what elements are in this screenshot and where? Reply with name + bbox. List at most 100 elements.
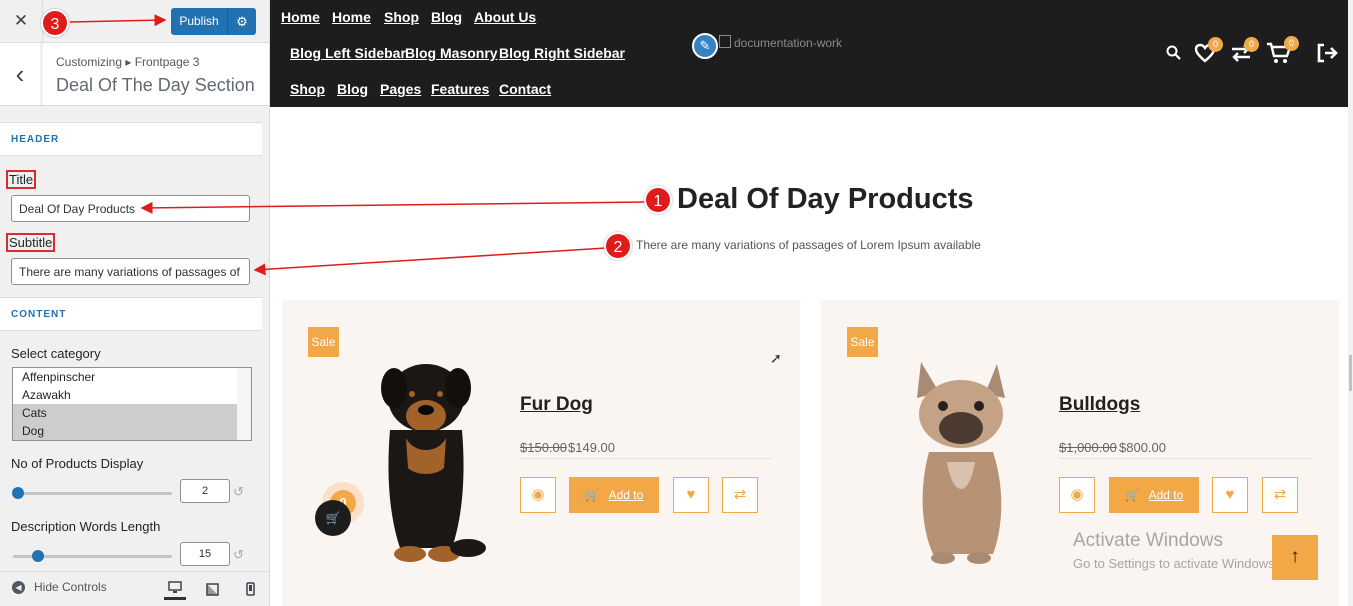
nav-link-contact[interactable]: Contact [499, 81, 551, 97]
product-new-price: $149.00 [568, 440, 615, 455]
site-preview: Home Home Shop Blog About Us Blog Left S… [270, 0, 1353, 606]
words-length-label: Description Words Length [11, 519, 161, 534]
customizer-footer: ◀ Hide Controls [0, 571, 269, 606]
words-length-slider-handle[interactable] [32, 550, 44, 562]
hide-controls-button[interactable]: ◀ Hide Controls [12, 580, 107, 594]
nav-link-blog[interactable]: Blog [337, 81, 368, 97]
add-to-cart-button[interactable]: 🛒 Add to [569, 477, 659, 513]
activate-windows-title: Activate Windows [1073, 530, 1223, 551]
compare-arrows-icon: ⇄ [733, 486, 747, 503]
nav-link-pages[interactable]: Pages [380, 81, 421, 97]
category-option[interactable]: Dog [13, 422, 237, 440]
mouse-pointer-icon: ➚ [770, 350, 782, 366]
add-to-wishlist-button[interactable]: ♥ [1212, 477, 1248, 513]
back-to-top-button[interactable]: ↑ [1272, 535, 1318, 580]
products-count-label: No of Products Display [11, 456, 144, 471]
search-icon[interactable] [1166, 45, 1181, 60]
product-old-price: $1,000.00 [1059, 440, 1117, 455]
category-option[interactable]: Affenpinscher [13, 368, 251, 386]
heart-icon: ♥ [1225, 486, 1235, 503]
eye-icon: ◉ [531, 486, 545, 503]
quick-view-button[interactable]: ◉ [520, 477, 556, 513]
section-title-bar: ‹ Customizing ▸ Frontpage 3 Deal Of The … [0, 43, 269, 106]
preview-scrollbar-thumb[interactable] [1349, 355, 1352, 391]
logout-icon[interactable] [1316, 43, 1338, 63]
compare-count-badge: 0 [1244, 37, 1259, 52]
compare-button[interactable]: ⇄ [722, 477, 758, 513]
cart-count-badge: 0 [1284, 36, 1299, 51]
wishlist-count-badge: 0 [1208, 37, 1223, 52]
category-select-scrollbar[interactable] [237, 368, 251, 440]
nav-link-home[interactable]: Home [281, 9, 320, 25]
desktop-preview-button[interactable] [164, 578, 186, 600]
annotation-marker-2: 2 [604, 232, 632, 260]
product-image-fur-dog[interactable] [350, 358, 500, 568]
title-input[interactable]: Deal Of Day Products [11, 195, 250, 222]
tablet-preview-button[interactable] [201, 578, 223, 600]
product-old-price: $150.00 [520, 440, 567, 455]
mobile-icon [245, 582, 255, 596]
hide-controls-label: Hide Controls [34, 580, 107, 594]
words-length-input[interactable]: 15 [180, 542, 230, 566]
nav-link-shop[interactable]: Shop [290, 81, 325, 97]
quick-view-button[interactable]: ◉ [1059, 477, 1095, 513]
back-button[interactable]: ‹ [0, 43, 43, 105]
category-option[interactable]: Azawakh [13, 386, 251, 404]
products-count-reset-icon[interactable]: ↺ [233, 484, 244, 500]
subtitle-label: Subtitle [6, 233, 56, 252]
publish-settings-gear-icon[interactable]: ⚙ [228, 14, 256, 30]
category-select[interactable]: Affenpinscher Azawakh Cats Dog [12, 367, 252, 441]
eye-icon: ◉ [1070, 486, 1084, 503]
add-to-cart-label: Add to [1148, 488, 1184, 502]
deal-section-title: Deal Of Day Products [677, 183, 974, 215]
section-title: Deal Of The Day Section [56, 75, 255, 95]
publish-button[interactable]: Publish [171, 8, 228, 35]
tablet-icon [205, 582, 219, 596]
add-to-wishlist-button[interactable]: ♥ [673, 477, 709, 513]
subtitle-input[interactable]: There are many variations of passages of [11, 258, 250, 285]
compare-arrows-icon: ⇄ [1273, 486, 1287, 503]
nav-link-features[interactable]: Features [431, 81, 489, 97]
publish-button-group[interactable]: Publish ⚙ [171, 8, 256, 35]
cart-icon: 🛒 [1124, 488, 1140, 502]
nav-link-home[interactable]: Home [332, 9, 371, 25]
compare-button[interactable]: ⇄ [1262, 477, 1298, 513]
products-count-slider-handle[interactable] [12, 487, 24, 499]
breadcrumb: Customizing ▸ Frontpage 3 [56, 55, 200, 69]
preview-scrollbar[interactable] [1348, 0, 1353, 606]
category-option[interactable]: Cats [13, 404, 237, 422]
sale-badge: Sale [308, 327, 339, 357]
category-label: Select category [11, 346, 101, 361]
nav-link-blog[interactable]: Blog [431, 9, 462, 25]
products-count-slider[interactable] [13, 492, 172, 495]
close-customizer-button[interactable]: ✕ [0, 0, 43, 42]
products-count-input[interactable]: 2 [180, 479, 230, 503]
product-image-bulldogs[interactable] [887, 358, 1027, 568]
activate-windows-subtitle: Go to Settings to activate Windows. [1073, 556, 1279, 571]
product-title-link[interactable]: Fur Dog [520, 394, 593, 416]
words-length-reset-icon[interactable]: ↺ [233, 547, 244, 563]
content-group-heading: CONTENT [0, 297, 262, 331]
mobile-preview-button[interactable] [239, 578, 261, 600]
screen: ✕ Publish ⚙ ‹ Customizing ▸ Frontpage 3 … [0, 0, 1353, 606]
site-header: Home Home Shop Blog About Us Blog Left S… [270, 0, 1348, 107]
nav-link-blog-masonry[interactable]: Blog Masonry [405, 45, 498, 61]
edit-shortcut-pencil-icon[interactable]: ✎ [692, 33, 718, 59]
sidebar-scrollbar[interactable] [262, 106, 269, 571]
nav-link-blog-left-sidebar[interactable]: Blog Left Sidebar [290, 45, 406, 61]
sale-badge: Sale [847, 327, 878, 357]
price-divider [1059, 458, 1311, 459]
chevron-left-icon: ‹ [15, 59, 25, 89]
product-card: Sale Fur Dog $150.00 $149.00 ◉ 🛒 Add to ♥ [282, 300, 800, 606]
nav-link-about-us[interactable]: About Us [474, 9, 536, 25]
annotation-marker-3: 3 [41, 9, 69, 37]
nav-link-blog-right-sidebar[interactable]: Blog Right Sidebar [499, 45, 625, 61]
nav-link-shop[interactable]: Shop [384, 9, 419, 25]
product-title-link[interactable]: Bulldogs [1059, 394, 1140, 416]
add-to-cart-button[interactable]: 🛒 Add to [1109, 477, 1199, 513]
floating-cart-button[interactable]: 🛒 [315, 500, 351, 536]
close-icon: ✕ [13, 11, 29, 30]
site-logo-broken-image[interactable]: documentation-work [719, 35, 842, 50]
annotation-marker-1: 1 [644, 186, 672, 214]
collapse-arrow-icon: ◀ [12, 580, 25, 594]
